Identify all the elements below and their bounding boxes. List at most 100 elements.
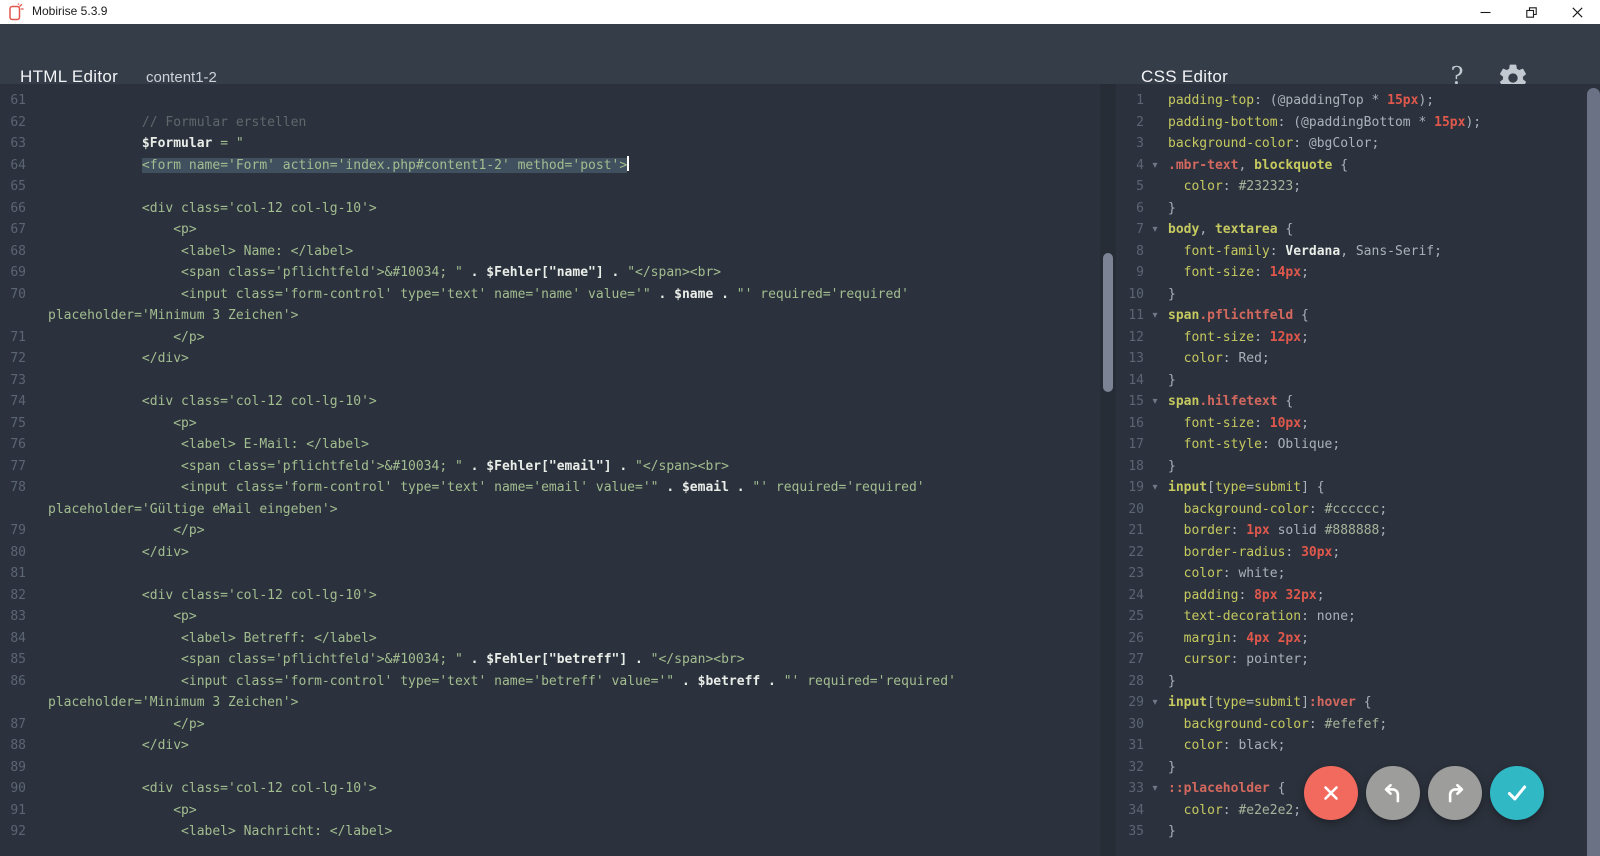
code-line-84[interactable]: 84 <label> Betreff: </label> bbox=[0, 628, 1100, 650]
code-line-92[interactable]: 92 <label> Nachricht: </label> bbox=[0, 821, 1100, 843]
html-scrollbar-thumb[interactable] bbox=[1103, 253, 1113, 392]
code-line-15[interactable]: 15▾span.hilfetext { bbox=[1116, 391, 1587, 413]
code-line-65[interactable]: 65 bbox=[0, 176, 1100, 198]
code-line-82[interactable]: 82 <div class='col-12 col-lg-10'> bbox=[0, 585, 1100, 607]
fold-arrow-icon[interactable]: ▾ bbox=[1144, 305, 1166, 327]
line-number: 87 bbox=[0, 714, 26, 736]
code-line-73[interactable]: 73 bbox=[0, 370, 1100, 392]
code-line-35[interactable]: 35} bbox=[1116, 821, 1587, 843]
fold-arrow-icon[interactable]: ▾ bbox=[1144, 778, 1166, 800]
code-line-88[interactable]: 88 </div> bbox=[0, 735, 1100, 757]
code-line-74[interactable]: 74 <div class='col-12 col-lg-10'> bbox=[0, 391, 1100, 413]
code-line-18[interactable]: 18} bbox=[1116, 456, 1587, 478]
code-line-1[interactable]: 1padding-top: (@paddingTop * 15px); bbox=[1116, 90, 1587, 112]
code-line-91[interactable]: 91 <p> bbox=[0, 800, 1100, 822]
code-line-wrap[interactable]: placeholder='Gültige eMail eingeben'> bbox=[0, 499, 1100, 521]
code-line-17[interactable]: 17 font-style: Oblique; bbox=[1116, 434, 1587, 456]
code-line-23[interactable]: 23 color: white; bbox=[1116, 563, 1587, 585]
code-line-67[interactable]: 67 <p> bbox=[0, 219, 1100, 241]
code-line-14[interactable]: 14} bbox=[1116, 370, 1587, 392]
code-line-81[interactable]: 81 bbox=[0, 563, 1100, 585]
code-line-87[interactable]: 87 </p> bbox=[0, 714, 1100, 736]
code-line-66[interactable]: 66 <div class='col-12 col-lg-10'> bbox=[0, 198, 1100, 220]
code-line-19[interactable]: 19▾input[type=submit] { bbox=[1116, 477, 1587, 499]
code-line-26[interactable]: 26 margin: 4px 2px; bbox=[1116, 628, 1587, 650]
code-text: span.hilfetext { bbox=[1168, 391, 1293, 413]
fold-arrow-icon[interactable]: ▾ bbox=[1144, 477, 1166, 499]
code-line-83[interactable]: 83 <p> bbox=[0, 606, 1100, 628]
code-line-80[interactable]: 80 </div> bbox=[0, 542, 1100, 564]
apply-button[interactable] bbox=[1490, 766, 1544, 820]
code-line-3[interactable]: 3background-color: @bgColor; bbox=[1116, 133, 1587, 155]
code-line-72[interactable]: 72 </div> bbox=[0, 348, 1100, 370]
code-line-77[interactable]: 77 <span class='pflichtfeld'>&#10034; " … bbox=[0, 456, 1100, 478]
code-line-4[interactable]: 4▾.mbr-text, blockquote { bbox=[1116, 155, 1587, 177]
code-line-28[interactable]: 28} bbox=[1116, 671, 1587, 693]
code-line-64[interactable]: 64 <form name='Form' action='index.php#c… bbox=[0, 155, 1100, 177]
close-button[interactable] bbox=[1554, 0, 1600, 24]
code-line-21[interactable]: 21 border: 1px solid #888888; bbox=[1116, 520, 1587, 542]
line-number: 25 bbox=[1116, 606, 1144, 628]
code-line-13[interactable]: 13 color: Red; bbox=[1116, 348, 1587, 370]
code-line-29[interactable]: 29▾input[type=submit]:hover { bbox=[1116, 692, 1587, 714]
html-code-editor[interactable]: 6162 // Formular erstellen63 $Formular =… bbox=[0, 84, 1100, 856]
code-line-25[interactable]: 25 text-decoration: none; bbox=[1116, 606, 1587, 628]
line-number: 7 bbox=[1116, 219, 1144, 241]
code-line-71[interactable]: 71 </p> bbox=[0, 327, 1100, 349]
code-line-wrap[interactable]: placeholder='Minimum 3 Zeichen'> bbox=[0, 305, 1100, 327]
redo-button[interactable] bbox=[1428, 766, 1482, 820]
discard-button[interactable] bbox=[1304, 766, 1358, 820]
code-line-85[interactable]: 85 <span class='pflichtfeld'>&#10034; " … bbox=[0, 649, 1100, 671]
code-line-70[interactable]: 70 <input class='form-control' type='tex… bbox=[0, 284, 1100, 306]
undo-button[interactable] bbox=[1366, 766, 1420, 820]
code-line-31[interactable]: 31 color: black; bbox=[1116, 735, 1587, 757]
code-line-7[interactable]: 7▾body, textarea { bbox=[1116, 219, 1587, 241]
css-code-editor[interactable]: 1padding-top: (@paddingTop * 15px);2padd… bbox=[1116, 84, 1587, 856]
minimize-button[interactable] bbox=[1462, 0, 1508, 24]
code-text: span.pflichtfeld { bbox=[1168, 305, 1309, 327]
code-line-24[interactable]: 24 padding: 8px 32px; bbox=[1116, 585, 1587, 607]
code-line-20[interactable]: 20 background-color: #cccccc; bbox=[1116, 499, 1587, 521]
code-text: text-decoration: none; bbox=[1168, 606, 1356, 628]
code-line-6[interactable]: 6} bbox=[1116, 198, 1587, 220]
code-text: placeholder='Gültige eMail eingeben'> bbox=[48, 499, 338, 521]
fold-arrow-icon[interactable]: ▾ bbox=[1144, 219, 1166, 241]
fold-arrow-icon[interactable]: ▾ bbox=[1144, 692, 1166, 714]
window-scrollbar-thumb[interactable] bbox=[1587, 88, 1600, 856]
code-line-2[interactable]: 2padding-bottom: (@paddingBottom * 15px)… bbox=[1116, 112, 1587, 134]
code-line-16[interactable]: 16 font-size: 10px; bbox=[1116, 413, 1587, 435]
code-line-9[interactable]: 9 font-size: 14px; bbox=[1116, 262, 1587, 284]
code-line-86[interactable]: 86 <input class='form-control' type='tex… bbox=[0, 671, 1100, 693]
code-line-68[interactable]: 68 <label> Name: </label> bbox=[0, 241, 1100, 263]
code-text: <span class='pflichtfeld'>&#10034; " . $… bbox=[48, 262, 721, 284]
code-text: </p> bbox=[48, 327, 205, 349]
code-line-63[interactable]: 63 $Formular = " bbox=[0, 133, 1100, 155]
code-line-11[interactable]: 11▾span.pflichtfeld { bbox=[1116, 305, 1587, 327]
code-line-62[interactable]: 62 // Formular erstellen bbox=[0, 112, 1100, 134]
code-line-61[interactable]: 61 bbox=[0, 90, 1100, 112]
code-line-27[interactable]: 27 cursor: pointer; bbox=[1116, 649, 1587, 671]
line-number: 88 bbox=[0, 735, 26, 757]
code-line-90[interactable]: 90 <div class='col-12 col-lg-10'> bbox=[0, 778, 1100, 800]
code-line-8[interactable]: 8 font-family: Verdana, Sans-Serif; bbox=[1116, 241, 1587, 263]
restore-button[interactable] bbox=[1508, 0, 1554, 24]
code-line-89[interactable]: 89 bbox=[0, 757, 1100, 779]
code-text: </div> bbox=[48, 542, 189, 564]
code-line-76[interactable]: 76 <label> E-Mail: </label> bbox=[0, 434, 1100, 456]
code-line-78[interactable]: 78 <input class='form-control' type='tex… bbox=[0, 477, 1100, 499]
code-line-wrap[interactable]: placeholder='Minimum 3 Zeichen'> bbox=[0, 692, 1100, 714]
fold-arrow-icon[interactable]: ▾ bbox=[1144, 391, 1166, 413]
line-number: 84 bbox=[0, 628, 26, 650]
code-line-30[interactable]: 30 background-color: #efefef; bbox=[1116, 714, 1587, 736]
code-line-10[interactable]: 10} bbox=[1116, 284, 1587, 306]
line-number bbox=[0, 305, 26, 327]
code-line-12[interactable]: 12 font-size: 12px; bbox=[1116, 327, 1587, 349]
code-line-69[interactable]: 69 <span class='pflichtfeld'>&#10034; " … bbox=[0, 262, 1100, 284]
code-line-5[interactable]: 5 color: #232323; bbox=[1116, 176, 1587, 198]
code-line-75[interactable]: 75 <p> bbox=[0, 413, 1100, 435]
html-editor-scrollbar[interactable] bbox=[1100, 84, 1116, 856]
code-line-79[interactable]: 79 </p> bbox=[0, 520, 1100, 542]
fold-arrow-icon[interactable]: ▾ bbox=[1144, 155, 1166, 177]
code-line-22[interactable]: 22 border-radius: 30px; bbox=[1116, 542, 1587, 564]
mobirise-logo-icon bbox=[7, 3, 25, 21]
